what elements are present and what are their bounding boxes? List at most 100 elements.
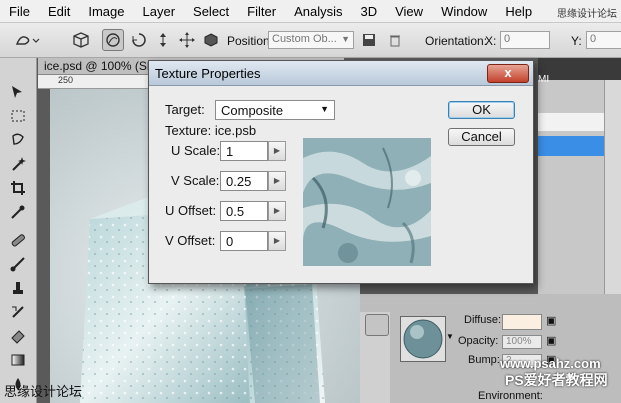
u-scale-label: U Scale: [171, 143, 221, 158]
u-offset-label: U Offset: [165, 203, 217, 218]
ruler-mark: 250 [58, 75, 74, 85]
eyedropper-icon [11, 205, 25, 219]
rotate-object-icon [106, 33, 120, 47]
opacity-label: Opacity: [458, 335, 499, 347]
y-label: Y: [571, 34, 582, 48]
menu-help[interactable]: Help [496, 4, 541, 19]
scale-cube-icon [204, 33, 218, 47]
panel-tab-label[interactable]: MI [538, 74, 549, 85]
ice-texture-preview-image [303, 138, 431, 266]
target-label: Target: [165, 102, 205, 117]
chevron-down-icon: ▼ [320, 104, 329, 114]
pan-icon [160, 33, 166, 47]
x-label: X: [485, 34, 497, 48]
brush-tool[interactable] [8, 254, 28, 274]
orientation-label: Orientation: [425, 34, 488, 48]
material-tool-1[interactable] [365, 314, 389, 336]
y-input[interactable]: 0 [586, 31, 621, 49]
return-to-initial-button[interactable] [70, 29, 92, 51]
menu-layer[interactable]: Layer [134, 4, 185, 19]
marquee-tool[interactable] [8, 106, 28, 126]
target-dropdown[interactable]: Composite ▼ [215, 100, 335, 120]
ok-button[interactable]: OK [448, 101, 515, 119]
opacity-input[interactable]: 100% [502, 335, 542, 349]
3d-rotate-button[interactable] [102, 29, 124, 51]
gradient-tool[interactable] [8, 350, 28, 370]
menu-select[interactable]: Select [184, 4, 238, 19]
diffuse-label: Diffuse: [464, 314, 502, 326]
u-offset-input[interactable]: 0.5 [220, 201, 268, 221]
save-icon [363, 34, 375, 46]
position-value: Custom Ob... [272, 33, 337, 45]
v-scale-label: V Scale: [171, 173, 220, 188]
texture-thumbnail[interactable] [400, 316, 446, 362]
position-dropdown[interactable]: Custom Ob... ▼ [268, 31, 354, 49]
u-scale-input[interactable]: 1 [220, 141, 268, 161]
lasso-tool[interactable] [8, 130, 28, 150]
target-value: Composite [221, 103, 284, 118]
watermark-site-name: PS爱好者教程网 [505, 372, 608, 388]
dialog-title: Texture Properties [155, 66, 261, 81]
environment-label: Environment: [478, 390, 543, 402]
3d-pan-button[interactable] [152, 29, 174, 51]
opacity-folder-icon[interactable]: ▣ [546, 334, 556, 347]
slider-arrow-icon: ▶ [273, 206, 281, 215]
tool-preset-picker[interactable] [12, 29, 42, 51]
3d-slide-button[interactable] [176, 29, 198, 51]
texture-label: Texture: ice.psb [165, 123, 257, 138]
move-icon [12, 86, 22, 98]
u-offset-slider-button[interactable]: ▶ [268, 201, 286, 221]
history-brush-tool[interactable] [8, 302, 28, 322]
eyedropper-tool[interactable] [8, 202, 28, 222]
crop-tool[interactable] [8, 178, 28, 198]
3d-roll-button[interactable] [128, 29, 150, 51]
u-scale-slider-button[interactable]: ▶ [268, 141, 286, 161]
document-title: ice.psd @ 100% (Sh [44, 59, 154, 73]
cube-icon [73, 32, 89, 48]
menu-file[interactable]: File [0, 4, 39, 19]
texture-preview [303, 138, 431, 266]
dialog-title-bar: Texture Properties x [149, 61, 533, 86]
menu-edit[interactable]: Edit [39, 4, 79, 19]
watermark-bottom-left: 思缘设计论坛 [4, 384, 83, 399]
x-input[interactable]: 0 [500, 31, 550, 49]
quick-selection-tool[interactable] [8, 154, 28, 174]
menu-view[interactable]: View [386, 4, 432, 19]
diffuse-color-swatch[interactable] [502, 314, 542, 330]
v-offset-input[interactable]: 0 [220, 231, 268, 251]
cancel-button[interactable]: Cancel [448, 128, 515, 146]
v-offset-slider-button[interactable]: ▶ [268, 231, 286, 251]
watermark-top: 思缘设计论坛 [557, 9, 617, 20]
clone-stamp-tool[interactable] [8, 278, 28, 298]
brush-icon [10, 257, 25, 272]
selected-panel-row[interactable] [538, 136, 604, 156]
eraser-icon [11, 330, 25, 344]
3d-scale-button[interactable] [200, 29, 222, 51]
eraser-tool[interactable] [8, 326, 28, 346]
lasso-icon [12, 133, 24, 145]
marquee-icon [11, 110, 25, 122]
diffuse-texture-icon[interactable]: ▣ [546, 314, 556, 327]
slider-arrow-icon: ▶ [273, 176, 281, 185]
close-icon: x [504, 65, 512, 80]
magic-wand-icon [12, 157, 26, 171]
menu-analysis[interactable]: Analysis [285, 4, 351, 19]
delete-position-button[interactable] [384, 29, 406, 51]
move-tool[interactable] [8, 82, 28, 102]
bump-label: Bump: [468, 354, 500, 366]
stamp-icon [13, 282, 23, 294]
v-scale-input[interactable]: 0.25 [220, 171, 268, 191]
thumbnail-menu-arrow-icon[interactable]: ▼ [446, 332, 454, 341]
healing-brush-tool[interactable] [8, 230, 28, 250]
save-position-button[interactable] [358, 29, 380, 51]
close-button[interactable]: x [487, 64, 529, 83]
menu-image[interactable]: Image [79, 4, 133, 19]
crop-icon [11, 181, 25, 195]
menu-filter[interactable]: Filter [238, 4, 285, 19]
v-scale-slider-button[interactable]: ▶ [268, 171, 286, 191]
menu-bar: File Edit Image Layer Select Filter Anal… [0, 0, 621, 23]
menu-3d[interactable]: 3D [351, 4, 386, 19]
panel-scrollbar[interactable] [604, 80, 621, 294]
menu-window[interactable]: Window [432, 4, 496, 19]
ice-sphere-thumbnail-icon [403, 319, 443, 359]
